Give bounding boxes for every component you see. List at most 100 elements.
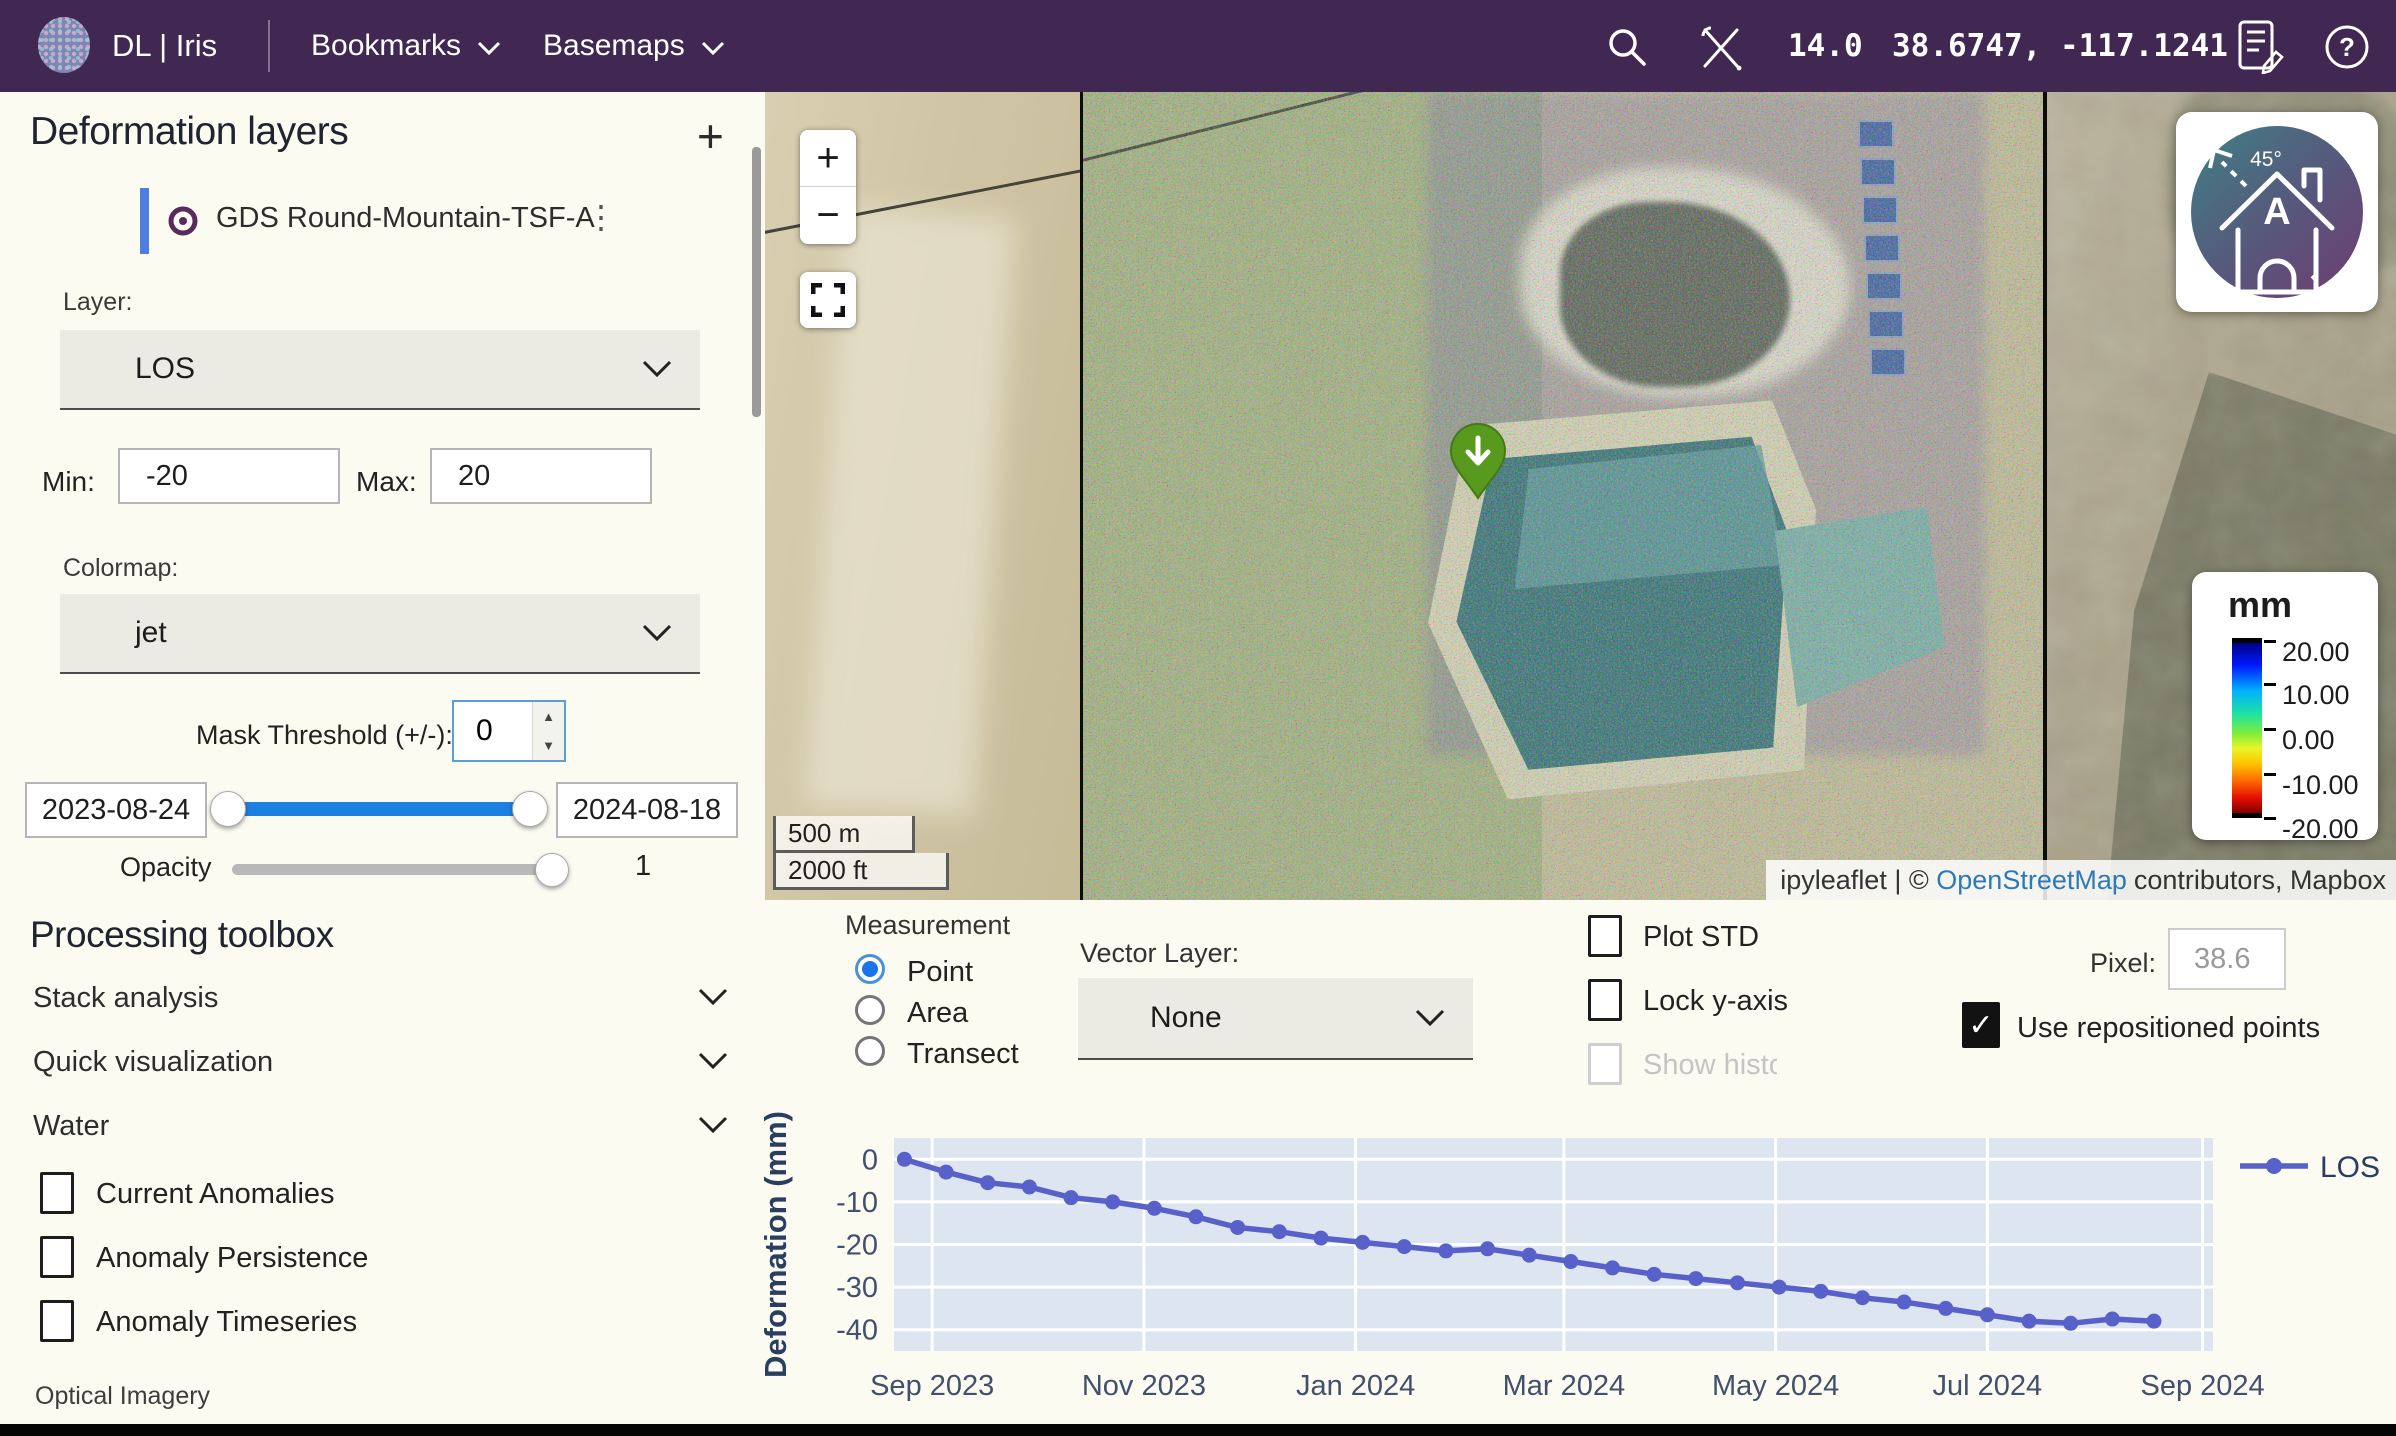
layer-select[interactable]: LOS xyxy=(60,330,700,410)
menu-basemaps-label: Basemaps xyxy=(543,29,685,63)
layer-select-value: LOS xyxy=(60,352,195,386)
colorbar-units: mm xyxy=(2228,584,2292,626)
los-data-point[interactable] xyxy=(939,1165,954,1180)
los-data-point[interactable] xyxy=(1355,1235,1370,1250)
chart-x-tick: Jul 2024 xyxy=(1933,1370,2043,1402)
deformation-timeseries-chart[interactable]: 0-10-20-30-40Sep 2023Nov 2023Jan 2024Mar… xyxy=(760,1100,2396,1436)
los-data-point[interactable] xyxy=(2146,1314,2161,1329)
los-data-point[interactable] xyxy=(1855,1290,1870,1305)
los-data-point[interactable] xyxy=(2105,1312,2120,1327)
section-quick-visualization[interactable]: Quick visualization xyxy=(33,1046,273,1079)
zoom-out-button[interactable]: − xyxy=(800,187,856,244)
los-data-point[interactable] xyxy=(1272,1224,1287,1239)
los-data-point[interactable] xyxy=(1230,1220,1245,1235)
layer-menu-kebab-icon[interactable]: ⋮ xyxy=(585,198,617,236)
measurement-radio-point-label: Point xyxy=(907,956,973,989)
opacity-slider-track[interactable] xyxy=(232,864,554,875)
colormap-select[interactable]: jet xyxy=(60,594,700,674)
los-data-point[interactable] xyxy=(1813,1284,1828,1299)
mask-threshold-input[interactable] xyxy=(454,702,532,760)
search-icon[interactable] xyxy=(1604,24,1650,70)
stepper-up-icon[interactable]: ▲ xyxy=(533,702,564,731)
chart-y-tick: -30 xyxy=(836,1272,878,1304)
look-angle-widget[interactable]: A 45° xyxy=(2176,112,2378,312)
menu-basemaps[interactable]: Basemaps xyxy=(543,0,725,92)
use-repositioned-checkbox[interactable]: ✓ xyxy=(1962,1002,2000,1048)
opacity-slider-handle[interactable] xyxy=(535,853,569,887)
layer-name[interactable]: GDS Round-Mountain-TSF-A xyxy=(216,202,595,235)
anomaly-timeseries-checkbox[interactable] xyxy=(40,1300,74,1342)
sidebar-scrollbar[interactable] xyxy=(752,147,761,417)
current-anomalies-checkbox[interactable] xyxy=(40,1172,74,1214)
los-data-point[interactable] xyxy=(1938,1301,1953,1316)
app-logo-icon xyxy=(36,16,92,74)
stepper-down-icon[interactable]: ▼ xyxy=(533,731,564,760)
anomaly-persistence-checkbox[interactable] xyxy=(40,1236,74,1278)
los-data-point[interactable] xyxy=(1480,1241,1495,1256)
los-data-point[interactable] xyxy=(1147,1201,1162,1216)
los-data-point[interactable] xyxy=(1897,1295,1912,1310)
chart-y-axis-title: Deformation (mm) xyxy=(760,1111,793,1378)
notes-icon[interactable] xyxy=(2232,18,2288,74)
date-start-input[interactable] xyxy=(25,782,207,838)
los-data-point[interactable] xyxy=(1397,1239,1412,1254)
measurement-radio-transect[interactable] xyxy=(855,1036,885,1066)
los-data-point[interactable] xyxy=(2022,1314,2037,1329)
date-range-handle-start[interactable] xyxy=(210,791,246,827)
los-data-point[interactable] xyxy=(1064,1190,1079,1205)
colorbar-gradient xyxy=(2232,638,2262,818)
los-data-point[interactable] xyxy=(2063,1316,2078,1331)
los-data-point[interactable] xyxy=(1605,1260,1620,1275)
date-range-handle-end[interactable] xyxy=(512,791,548,827)
los-data-point[interactable] xyxy=(1688,1271,1703,1286)
topbar-divider xyxy=(268,20,270,72)
vector-layer-select[interactable]: None xyxy=(1078,978,1473,1060)
chevron-down-icon[interactable] xyxy=(698,1052,728,1070)
insar-speckle-texture xyxy=(1080,92,2043,900)
tools-icon[interactable] xyxy=(1696,22,1748,72)
measurement-radio-area[interactable] xyxy=(855,995,885,1025)
los-data-point[interactable] xyxy=(1772,1280,1787,1295)
map-marker-pin[interactable] xyxy=(1448,422,1508,502)
layer-visibility-icon[interactable] xyxy=(166,204,200,243)
date-range-slider-track[interactable] xyxy=(230,802,532,816)
anomaly-persistence-label: Anomaly Persistence xyxy=(96,1242,368,1275)
los-data-point[interactable] xyxy=(1022,1179,1037,1194)
los-data-point[interactable] xyxy=(1313,1231,1328,1246)
los-data-point[interactable] xyxy=(1980,1307,1995,1322)
chevron-down-icon[interactable] xyxy=(698,1116,728,1134)
mask-threshold-stepper[interactable]: ▲ ▼ xyxy=(452,700,566,762)
lock-y-axis-checkbox[interactable] xyxy=(1588,979,1622,1021)
max-input[interactable] xyxy=(430,448,652,504)
chevron-down-icon[interactable] xyxy=(698,988,728,1006)
section-stack-analysis[interactable]: Stack analysis xyxy=(33,982,218,1015)
openstreetmap-link[interactable]: OpenStreetMap xyxy=(1936,865,2127,896)
los-data-point[interactable] xyxy=(1563,1254,1578,1269)
los-data-point[interactable] xyxy=(1647,1267,1662,1282)
date-end-input[interactable] xyxy=(556,782,738,838)
zoom-in-button[interactable]: + xyxy=(800,130,856,187)
los-data-point[interactable] xyxy=(1522,1248,1537,1263)
measurement-radio-point[interactable] xyxy=(855,954,885,984)
pixel-input[interactable] xyxy=(2168,928,2286,990)
los-data-point[interactable] xyxy=(980,1175,995,1190)
section-water[interactable]: Water xyxy=(33,1110,109,1143)
plot-std-checkbox[interactable] xyxy=(1588,915,1622,957)
los-data-point[interactable] xyxy=(1438,1243,1453,1258)
map-zoom-control: + − xyxy=(800,130,856,244)
pixel-label: Pixel: xyxy=(2090,948,2156,979)
colorbar-tick: 20.00 xyxy=(2282,637,2350,668)
help-icon[interactable]: ? xyxy=(2322,22,2372,72)
menu-bookmarks[interactable]: Bookmarks xyxy=(311,0,501,92)
legend-los-label[interactable]: LOS xyxy=(2320,1151,2380,1184)
map-canvas[interactable]: + − 500 m 2000 ft ipyleaflet | © OpenStr… xyxy=(765,92,2396,900)
add-layer-button[interactable]: + xyxy=(697,114,724,158)
chevron-down-icon xyxy=(477,41,501,55)
fullscreen-button[interactable] xyxy=(800,272,856,328)
los-data-point[interactable] xyxy=(1105,1194,1120,1209)
los-data-point[interactable] xyxy=(897,1152,912,1167)
stepper-arrows[interactable]: ▲ ▼ xyxy=(532,702,564,760)
min-input[interactable] xyxy=(118,448,340,504)
los-data-point[interactable] xyxy=(1188,1209,1203,1224)
los-data-point[interactable] xyxy=(1730,1275,1745,1290)
